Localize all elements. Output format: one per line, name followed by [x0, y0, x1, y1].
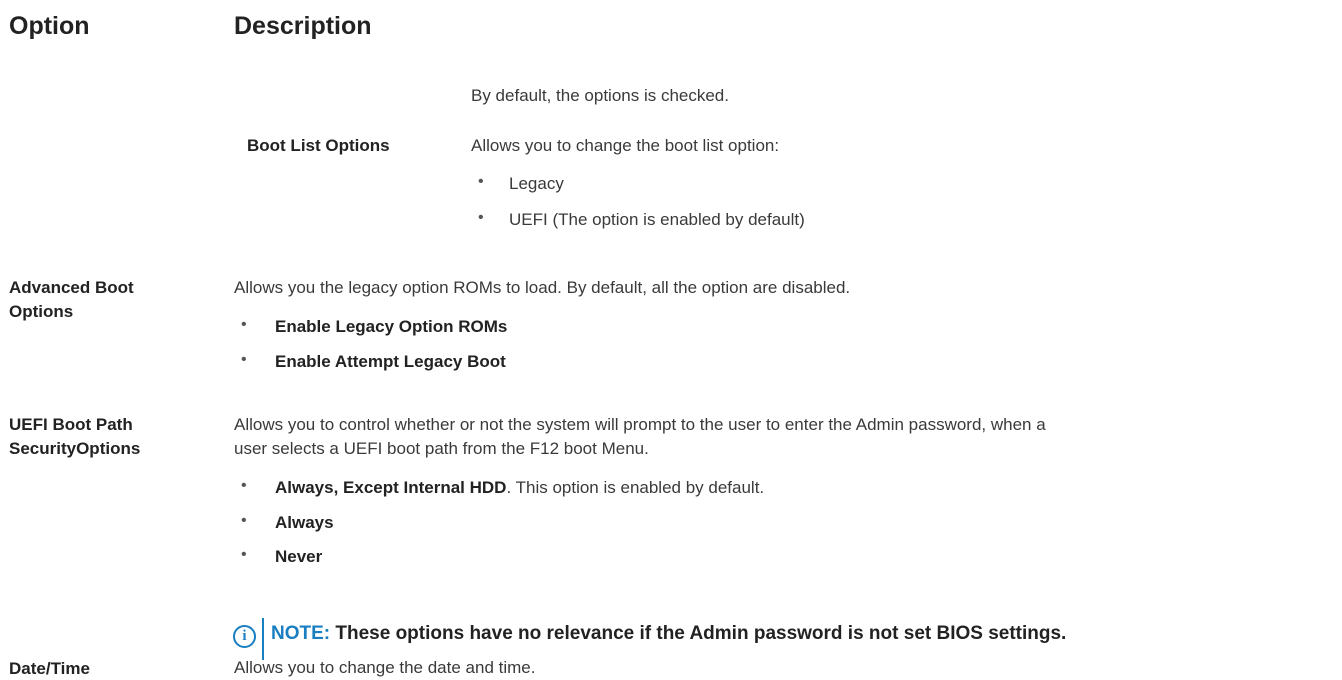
advanced-boot-item-attempt-legacy: Enable Attempt Legacy Boot — [275, 352, 506, 371]
uefi-boot-path-item-never: Never — [275, 547, 323, 566]
note-divider — [262, 618, 264, 660]
note-body: These options have no relevance if the A… — [330, 623, 1067, 644]
note-label: NOTE: — [271, 623, 331, 644]
uefi-boot-path-item-always-except: Always, Except Internal HDD. This option… — [275, 476, 764, 500]
advanced-boot-options-label-line1: Advanced Boot — [9, 278, 134, 297]
bullet-icon: • — [241, 316, 247, 333]
bullet-icon: • — [241, 477, 247, 494]
bullet-icon: • — [241, 351, 247, 368]
uefi-boot-path-label-line1: UEFI Boot Path — [9, 415, 133, 434]
uefi-boot-path-item-always: Always — [275, 513, 334, 532]
advanced-boot-options-description: Allows you the legacy option ROMs to loa… — [234, 278, 851, 297]
boot-list-options-label: Boot List Options — [247, 136, 390, 155]
bullet-icon: • — [241, 546, 247, 563]
bullet-icon: • — [478, 209, 484, 226]
uefi-boot-path-label-line2: SecurityOptions — [9, 439, 141, 458]
boot-list-item-uefi: UEFI (The option is enabled by default) — [509, 210, 805, 229]
uefi-item-always-except-rest: . This option is enabled by default. — [506, 478, 765, 497]
uefi-boot-path-description-line2: user selects a UEFI boot path from the F… — [234, 439, 649, 458]
boot-list-options-description: Allows you to change the boot list optio… — [471, 136, 780, 155]
description-column-header: Description — [234, 12, 372, 40]
date-time-description: Allows you to change the date and time. — [234, 658, 536, 677]
uefi-boot-path-description-line1: Allows you to control whether or not the… — [234, 415, 1046, 434]
option-column-header: Option — [9, 12, 90, 40]
bullet-icon: • — [241, 512, 247, 529]
uefi-item-always-except-bold: Always, Except Internal HDD — [275, 478, 507, 497]
info-icon: i — [233, 625, 256, 648]
advanced-boot-item-legacy-roms: Enable Legacy Option ROMs — [275, 317, 508, 336]
boot-list-item-legacy: Legacy — [509, 174, 564, 193]
note-text: NOTE: These options have no relevance if… — [271, 623, 1066, 645]
bullet-icon: • — [478, 173, 484, 190]
advanced-boot-options-label-line2: Options — [9, 302, 74, 321]
boot-sequence-default-text: By default, the options is checked. — [471, 86, 729, 105]
